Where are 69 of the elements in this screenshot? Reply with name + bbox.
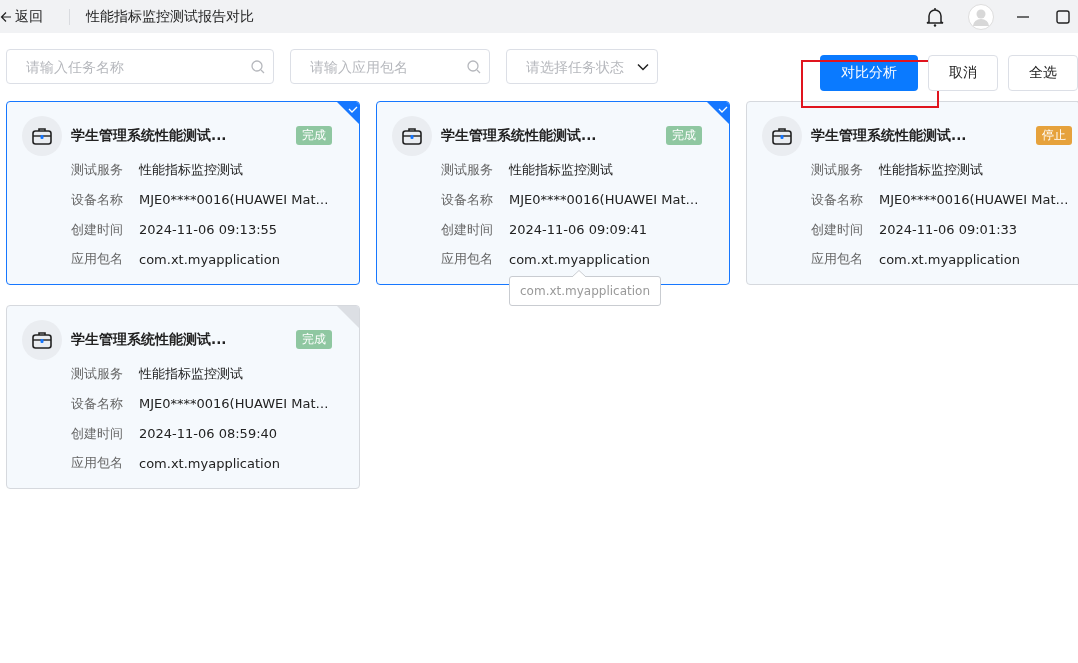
status-select[interactable]: 请选择任务状态 bbox=[506, 49, 658, 84]
status-tag: 完成 bbox=[296, 126, 332, 146]
field-value: MJE0****0016(HUAWEI Mat… bbox=[879, 192, 1069, 208]
action-button[interactable]: 全选 bbox=[1008, 55, 1078, 91]
field-value: 性能指标监控测试 bbox=[879, 161, 983, 180]
status-tag: 停止 bbox=[1036, 126, 1072, 146]
search-field[interactable]: 请输入任务名称 bbox=[6, 49, 274, 84]
field-label: 设备名称 bbox=[71, 394, 124, 413]
field-label: 创建时间 bbox=[71, 220, 124, 239]
task-card[interactable]: 学生管理系统性能测试... 完成 测试服务 性能指标监控测试 设备名称 MJE0****0016(HUAWEI Mat… 创建时间 2024-11-06 09:13:55 应用包名 com.xt.myapplication bbox=[6, 101, 360, 285]
field-value: MJE0****0016(HUAWEI Mat… bbox=[139, 192, 329, 208]
field-label: 测试服务 bbox=[441, 161, 494, 180]
briefcase-icon bbox=[32, 127, 52, 145]
unchecked-corner-icon bbox=[337, 306, 359, 328]
task-title: 学生管理系统性能测试... bbox=[71, 126, 227, 145]
search-icon bbox=[251, 59, 265, 74]
search-icon bbox=[467, 59, 481, 74]
field-label: 创建时间 bbox=[71, 424, 124, 443]
checked-corner-icon bbox=[337, 102, 359, 124]
field-value: com.xt.myapplication bbox=[879, 251, 1020, 267]
field-label: 设备名称 bbox=[811, 190, 864, 209]
checked-corner-icon bbox=[707, 102, 729, 124]
field-value: 性能指标监控测试 bbox=[139, 161, 243, 180]
back-button[interactable]: 返回 bbox=[0, 7, 43, 26]
field-value: 性能指标监控测试 bbox=[509, 161, 613, 180]
bell-icon[interactable] bbox=[926, 6, 944, 27]
task-title: 学生管理系统性能测试... bbox=[811, 126, 967, 145]
briefcase-icon bbox=[32, 331, 52, 349]
tooltip-text: com.xt.myapplication bbox=[520, 284, 651, 298]
field-value: MJE0****0016(HUAWEI Mat… bbox=[139, 396, 329, 412]
field-label: 设备名称 bbox=[71, 190, 124, 209]
maximize-icon[interactable] bbox=[1056, 9, 1070, 24]
status-tag: 完成 bbox=[666, 126, 702, 146]
task-card[interactable]: 学生管理系统性能测试... 完成 测试服务 性能指标监控测试 设备名称 MJE0****0016(HUAWEI Mat… 创建时间 2024-11-06 09:09:41 应用包名 com.xt.myapplication bbox=[376, 101, 730, 285]
briefcase-icon bbox=[402, 127, 422, 145]
field-value: 2024-11-06 09:01:33 bbox=[879, 222, 1018, 238]
action-button[interactable]: 对比分析 bbox=[820, 55, 918, 91]
field-value: com.xt.myapplication bbox=[139, 455, 280, 471]
field-value: MJE0****0016(HUAWEI Mat… bbox=[509, 192, 699, 208]
field-value: 2024-11-06 09:13:55 bbox=[139, 222, 278, 238]
field-value: 性能指标监控测试 bbox=[139, 365, 243, 384]
field-label: 测试服务 bbox=[811, 161, 864, 180]
field-value: 2024-11-06 08:59:40 bbox=[139, 426, 278, 442]
field-label: 测试服务 bbox=[71, 161, 124, 180]
page-title: 性能指标监控测试报告对比 bbox=[86, 7, 254, 26]
field-label: 设备名称 bbox=[441, 190, 494, 209]
status-select[interactable]: 请选择任务状态 bbox=[524, 49, 637, 84]
search-field[interactable]: 请输入应用包名 bbox=[308, 49, 467, 84]
field-label: 应用包名 bbox=[71, 250, 124, 269]
field-value: com.xt.myapplication bbox=[509, 251, 650, 267]
task-card[interactable]: 学生管理系统性能测试... 完成 测试服务 性能指标监控测试 设备名称 MJE0****0016(HUAWEI Mat… 创建时间 2024-11-06 08:59:40 应用包名 com.xt.myapplication bbox=[6, 305, 360, 489]
task-title: 学生管理系统性能测试... bbox=[71, 330, 227, 349]
field-value: com.xt.myapplication bbox=[139, 251, 280, 267]
field-label: 创建时间 bbox=[441, 220, 494, 239]
status-tag: 完成 bbox=[296, 330, 332, 350]
search-field[interactable]: 请输入应用包名 bbox=[290, 49, 490, 84]
field-label: 创建时间 bbox=[811, 220, 864, 239]
field-value: 2024-11-06 09:09:41 bbox=[509, 222, 648, 238]
search-field[interactable]: 请输入任务名称 bbox=[24, 49, 251, 84]
chevron-down-icon bbox=[637, 62, 649, 71]
task-card[interactable]: 学生管理系统性能测试... 停止 测试服务 性能指标监控测试 设备名称 MJE0****0016(HUAWEI Mat… 创建时间 2024-11-06 09:01:33 应用包名 com.xt.myapplication bbox=[746, 101, 1078, 285]
field-label: 应用包名 bbox=[811, 250, 864, 269]
task-title: 学生管理系统性能测试... bbox=[441, 126, 597, 145]
briefcase-icon bbox=[772, 127, 792, 145]
field-label: 应用包名 bbox=[441, 250, 494, 269]
field-label: 测试服务 bbox=[71, 365, 124, 384]
field-label: 应用包名 bbox=[71, 454, 124, 473]
arrow-left-icon bbox=[0, 10, 12, 23]
action-button[interactable]: 取消 bbox=[928, 55, 998, 91]
